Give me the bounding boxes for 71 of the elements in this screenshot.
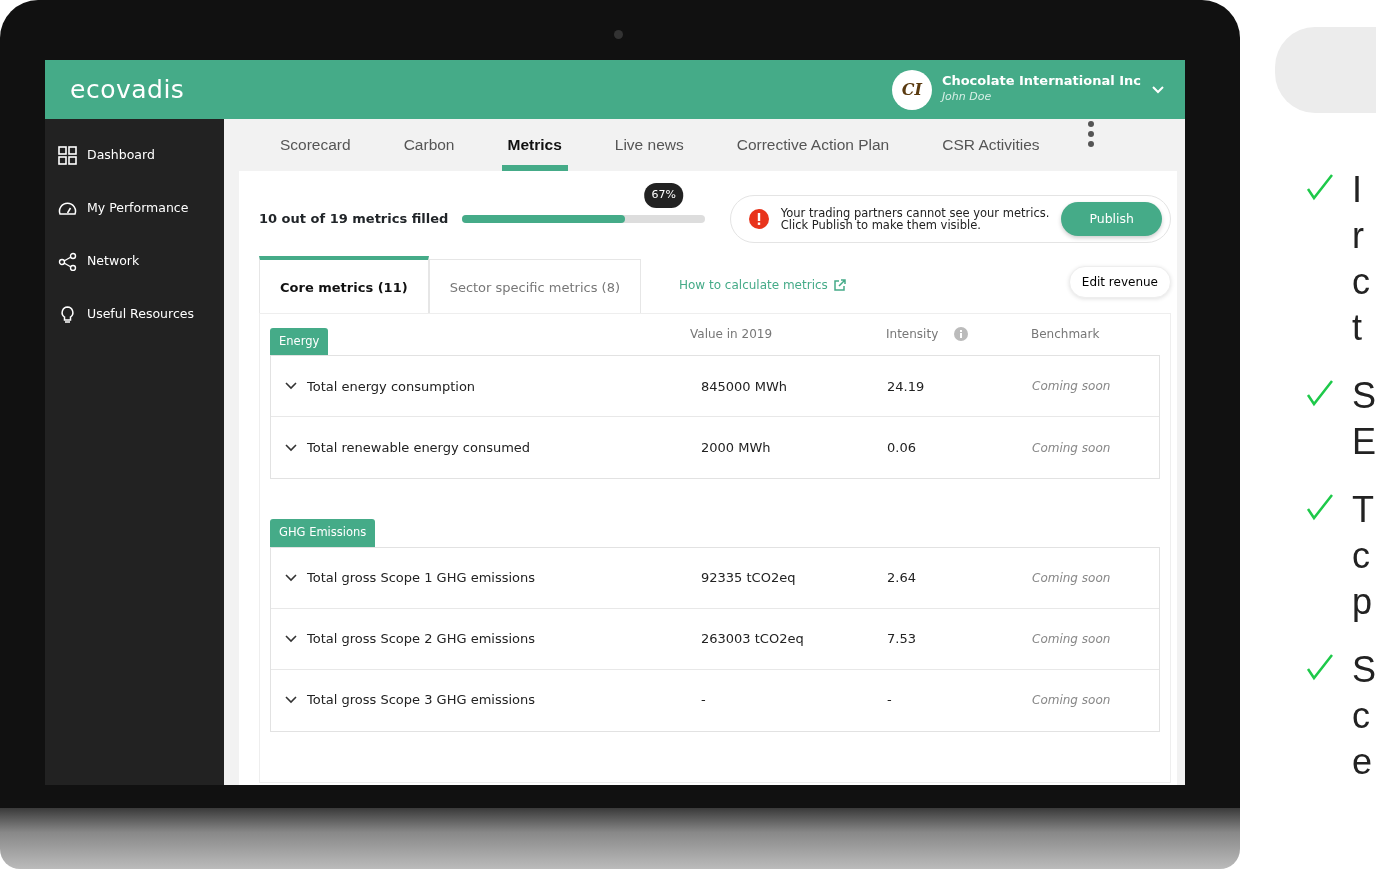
lightbulb-icon <box>58 305 77 324</box>
metric-row[interactable]: Total gross Scope 3 GHG emissions - - Coming soon <box>271 669 1159 731</box>
share-icon <box>58 252 77 271</box>
metric-name: Total energy consumption <box>307 377 476 396</box>
chevron-down-icon <box>1151 84 1165 95</box>
intensity-value: 0.06 <box>887 439 917 457</box>
metric-row[interactable]: Total gross Scope 1 GHG emissions 92335 tCO2eq 2.64 Coming soon <box>271 547 1159 609</box>
intensity-value: 7.53 <box>887 629 917 648</box>
metric-row[interactable]: Total renewable energy consumed 2000 MWh 0.06 Coming soon <box>271 417 1159 479</box>
sidebar-item[interactable]: Network <box>45 235 224 288</box>
metric-value: 92335 tCO2eq <box>701 568 797 587</box>
check-icon <box>1306 173 1334 201</box>
metric-row[interactable]: Total gross Scope 2 GHG emissions 263003 tCO2eq 7.53 Coming soon <box>271 608 1159 670</box>
tab[interactable]: Corrective Action Plan <box>730 119 896 171</box>
bullet-text: I r c t <box>1352 168 1370 350</box>
benchmark-value: Coming soon <box>1032 630 1112 648</box>
info-icon <box>954 327 969 341</box>
group-tag: GHG Emissions <box>270 519 376 547</box>
metric-value: 263003 tCO2eq <box>701 629 805 648</box>
column-header: Benchmark <box>1031 326 1100 343</box>
check-icon <box>1306 379 1334 407</box>
column-header: Intensity <box>886 326 939 343</box>
intensity-value: 24.19 <box>887 377 926 396</box>
sidebar-item[interactable]: My Performance <box>45 182 224 235</box>
chevron-down-icon <box>285 634 297 643</box>
metric-name: Total gross Scope 2 GHG emissions <box>307 629 536 648</box>
progress-tooltip: 67% <box>644 183 683 208</box>
benchmark-value: Coming soon <box>1032 439 1112 457</box>
intensity-value: 2.64 <box>887 568 917 587</box>
metric-value: - <box>701 691 707 710</box>
sidebar-item[interactable]: Useful Resources <box>45 288 224 341</box>
tab[interactable]: CSR Activities <box>936 119 1046 171</box>
subtab[interactable]: Core metrics (11) <box>259 255 429 313</box>
bullet-text: S c e <box>1352 648 1376 784</box>
gauge-icon <box>58 199 77 218</box>
bullet-text: S E <box>1352 374 1376 464</box>
column-header: Value in 2019 <box>690 326 773 343</box>
intensity-value: - <box>887 691 893 710</box>
chevron-down-icon <box>285 443 297 452</box>
bullet-text: T c p <box>1352 488 1374 624</box>
metric-name: Total renewable energy consumed <box>307 439 531 457</box>
subtab[interactable]: Sector specific metrics (8) <box>428 258 641 313</box>
chevron-down-icon <box>285 382 297 391</box>
chevron-down-icon <box>285 696 297 704</box>
benchmark-value: Coming soon <box>1032 569 1112 587</box>
edit-revenue-button[interactable]: Edit revenue <box>1068 266 1171 298</box>
user-name: John Doe <box>941 89 993 106</box>
sidebar-item[interactable]: Dashboard <box>45 129 224 182</box>
check-icon <box>1306 493 1334 521</box>
benchmark-value: Coming soon <box>1032 692 1112 709</box>
tab[interactable]: Live news <box>608 119 690 171</box>
camera-icon <box>614 30 623 39</box>
metric-name: Total gross Scope 1 GHG emissions <box>307 568 536 587</box>
more-vertical-icon <box>1086 119 1095 149</box>
metric-value: 845000 MWh <box>701 377 789 396</box>
company-name: Chocolate International Inc <box>941 73 1141 90</box>
metric-value: 2000 MWh <box>701 439 772 457</box>
check-icon <box>1306 653 1334 681</box>
warning-icon <box>748 209 769 229</box>
metric-row[interactable]: Total energy consumption 845000 MWh 24.19 Coming soon <box>271 356 1159 418</box>
chevron-down-icon <box>285 573 297 582</box>
notice-text: Your trading partners cannot see your metrics. Click Publish to make them visible. <box>780 206 1050 232</box>
group-tag: Energy <box>270 328 329 356</box>
external-link-icon <box>833 278 846 291</box>
avatar[interactable]: CI <box>891 69 932 110</box>
progress-label: 10 out of 19 metrics filled <box>259 210 449 229</box>
grid-icon <box>58 146 77 165</box>
benchmark-value: Coming soon <box>1032 378 1112 396</box>
tab[interactable]: Carbon <box>397 119 461 171</box>
tab[interactable]: Scorecard <box>274 119 357 171</box>
metric-name: Total gross Scope 3 GHG emissions <box>307 691 536 710</box>
